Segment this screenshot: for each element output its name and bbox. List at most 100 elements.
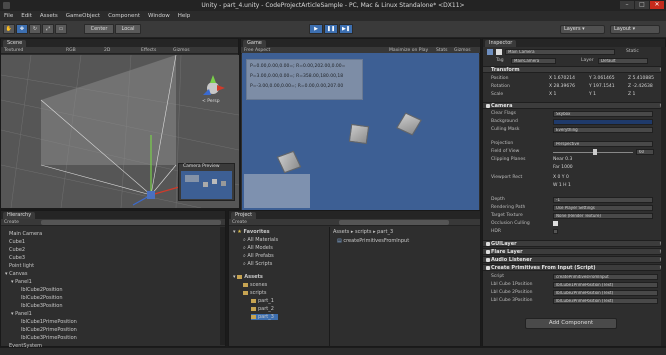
move-tool-icon[interactable]: ✥ xyxy=(16,24,28,34)
hierarchy-item[interactable]: ▾ Canvas xyxy=(5,271,27,277)
lbl-cube3-field[interactable]: lblCube3PrimePosition (Text) xyxy=(553,298,658,304)
scale-z[interactable]: Z 1 xyxy=(628,92,635,97)
static-checkbox[interactable]: Static xyxy=(626,49,639,54)
depth-field[interactable]: -1 xyxy=(553,197,653,203)
rotation-y[interactable]: Y 197.1541 xyxy=(589,84,615,89)
position-y[interactable]: Y 3.061465 xyxy=(589,76,615,81)
favorite-item[interactable]: ⌕ All Scripts xyxy=(243,261,272,267)
maximize-button[interactable]: □ xyxy=(635,1,649,9)
scale-y[interactable]: Y 1 xyxy=(589,92,596,97)
rendering-path-dropdown[interactable]: Use Player Settings xyxy=(553,205,653,211)
close-button[interactable]: ✕ xyxy=(650,1,664,9)
rotate-tool-icon[interactable]: ↻ xyxy=(29,24,41,34)
hierarchy-item[interactable]: ▾ Panel1 xyxy=(11,311,32,317)
fov-field[interactable]: 60 xyxy=(636,149,654,155)
rotation-x[interactable]: X 28.39676 xyxy=(549,84,575,89)
hierarchy-item[interactable]: lblCube3PrimePosition xyxy=(21,335,77,341)
audio-listener-header[interactable]: Audio Listener⚙ xyxy=(483,256,666,263)
transform-header[interactable]: Transform⚙ xyxy=(483,66,666,73)
scale-x[interactable]: X 1 xyxy=(549,92,556,97)
favorites-header[interactable]: ▾ ★ Favorites xyxy=(233,229,270,235)
occlusion-culling-checkbox[interactable] xyxy=(553,221,558,226)
pause-button[interactable]: ❚❚ xyxy=(324,24,338,34)
2d-toggle[interactable]: 2D xyxy=(104,47,110,54)
tab-inspector[interactable]: Inspector xyxy=(485,40,517,47)
hierarchy-item[interactable]: Main Camera xyxy=(9,231,42,237)
layers-dropdown[interactable]: Layers ▾ xyxy=(560,25,605,34)
menu-gameobject[interactable]: GameObject xyxy=(62,13,104,19)
tab-hierarchy[interactable]: Hierarchy xyxy=(3,212,36,219)
play-button[interactable]: ▶ xyxy=(309,24,323,34)
projection-dropdown[interactable]: Perspective xyxy=(553,141,653,147)
asset-folder[interactable]: part_2 xyxy=(251,306,274,312)
hierarchy-item[interactable]: Cube2 xyxy=(9,247,25,253)
viewport-wh-fields[interactable]: W 1 H 1 xyxy=(553,183,571,188)
hierarchy-search-input[interactable] xyxy=(41,220,221,225)
far-clip-field[interactable]: Far 1000 xyxy=(553,165,573,170)
game-view[interactable]: P=0.00,0.00,0.00=; R=0.00,202.00,0.00= P… xyxy=(242,53,479,210)
script-component-header[interactable]: Create Primitives From Input (Script)⚙ xyxy=(483,264,666,271)
inspector-scrollbar[interactable] xyxy=(661,47,666,346)
project-create-button[interactable]: Create xyxy=(232,219,247,226)
hierarchy-item[interactable]: lblCube1PrimePosition xyxy=(21,319,77,325)
near-clip-field[interactable]: Near 0.3 xyxy=(553,157,572,162)
tab-game[interactable]: Game xyxy=(243,40,266,47)
clear-flags-dropdown[interactable]: Skybox xyxy=(553,111,653,117)
menu-assets[interactable]: Assets xyxy=(36,13,62,19)
tag-dropdown[interactable]: MainCamera xyxy=(511,58,556,64)
script-enabled-checkbox[interactable] xyxy=(486,266,490,270)
audio-listener-checkbox[interactable] xyxy=(486,258,490,262)
hierarchy-item[interactable]: ▾ Panel1 xyxy=(11,279,32,285)
script-field[interactable]: createPrimitivesFromInput xyxy=(553,274,658,280)
asset-folder[interactable]: scripts xyxy=(243,290,267,296)
hierarchy-item[interactable]: Cube3 xyxy=(9,255,25,261)
menu-help[interactable]: Help xyxy=(174,13,195,19)
flare-layer-header[interactable]: Flare Layer⚙ xyxy=(483,248,666,255)
hierarchy-item[interactable]: Cube1 xyxy=(9,239,25,245)
pivot-center-toggle[interactable]: Center xyxy=(84,24,114,34)
step-button[interactable]: ▶❚ xyxy=(339,24,353,34)
favorite-item[interactable]: ⌕ All Materials xyxy=(243,237,278,243)
position-x[interactable]: X 1.670214 xyxy=(549,76,575,81)
background-color-field[interactable] xyxy=(553,119,653,125)
menu-component[interactable]: Component xyxy=(104,13,144,19)
camera-enabled-checkbox[interactable] xyxy=(486,104,490,108)
position-z[interactable]: Z 5.410885 xyxy=(628,76,654,81)
active-checkbox[interactable] xyxy=(496,49,502,55)
gameobject-name-field[interactable]: Main Camera xyxy=(505,49,615,55)
viewport-xy-fields[interactable]: X 0 Y 0 xyxy=(553,175,569,180)
minimize-button[interactable]: – xyxy=(620,1,634,9)
favorite-item[interactable]: ⌕ All Prefabs xyxy=(243,253,274,259)
hdr-checkbox[interactable] xyxy=(553,229,558,234)
layer-dropdown[interactable]: Default xyxy=(598,58,648,64)
menu-file[interactable]: File xyxy=(0,13,17,19)
script-file[interactable]: ▤ createPrimitivesFromInput xyxy=(337,238,409,244)
scale-tool-icon[interactable]: ⤢ xyxy=(42,24,54,34)
culling-mask-dropdown[interactable]: Everything xyxy=(553,127,653,133)
perspective-label[interactable]: < Persp xyxy=(202,99,220,104)
lbl-cube2-field[interactable]: lblCube2PrimePosition (Text) xyxy=(553,290,658,296)
add-component-button[interactable]: Add Component xyxy=(525,318,617,329)
hierarchy-item[interactable]: lblCube3Position xyxy=(21,303,63,309)
menu-edit[interactable]: Edit xyxy=(17,13,36,19)
shading-mode-dropdown[interactable]: Textured xyxy=(4,47,23,54)
rect-tool-icon[interactable]: ▭ xyxy=(55,24,67,34)
favorite-item[interactable]: ⌕ All Models xyxy=(243,245,273,251)
asset-folder[interactable]: part_1 xyxy=(251,298,274,304)
gui-layer-header[interactable]: GUILayer⚙ xyxy=(483,240,666,247)
fov-slider-thumb[interactable] xyxy=(593,149,597,155)
hierarchy-item[interactable]: lblCube2Position xyxy=(21,287,63,293)
tab-scene[interactable]: Scene xyxy=(3,40,27,47)
layout-dropdown[interactable]: Layout ▾ xyxy=(610,25,660,34)
flare-layer-checkbox[interactable] xyxy=(486,250,490,254)
menu-window[interactable]: Window xyxy=(144,13,174,19)
render-mode-dropdown[interactable]: RGB xyxy=(66,47,76,54)
lbl-cube1-field[interactable]: lblCube1PrimePosition (Text) xyxy=(553,282,658,288)
hierarchy-create-button[interactable]: Create xyxy=(4,219,19,226)
effects-dropdown[interactable]: Effects xyxy=(141,47,156,54)
hierarchy-item[interactable]: lblCube2PrimePosition xyxy=(21,327,77,333)
project-breadcrumb[interactable]: Assets ▸ scripts ▸ part_3 xyxy=(333,229,393,235)
project-search-input[interactable] xyxy=(339,220,449,225)
gui-layer-checkbox[interactable] xyxy=(486,242,490,246)
gizmos-dropdown[interactable]: Gizmos xyxy=(173,47,190,54)
